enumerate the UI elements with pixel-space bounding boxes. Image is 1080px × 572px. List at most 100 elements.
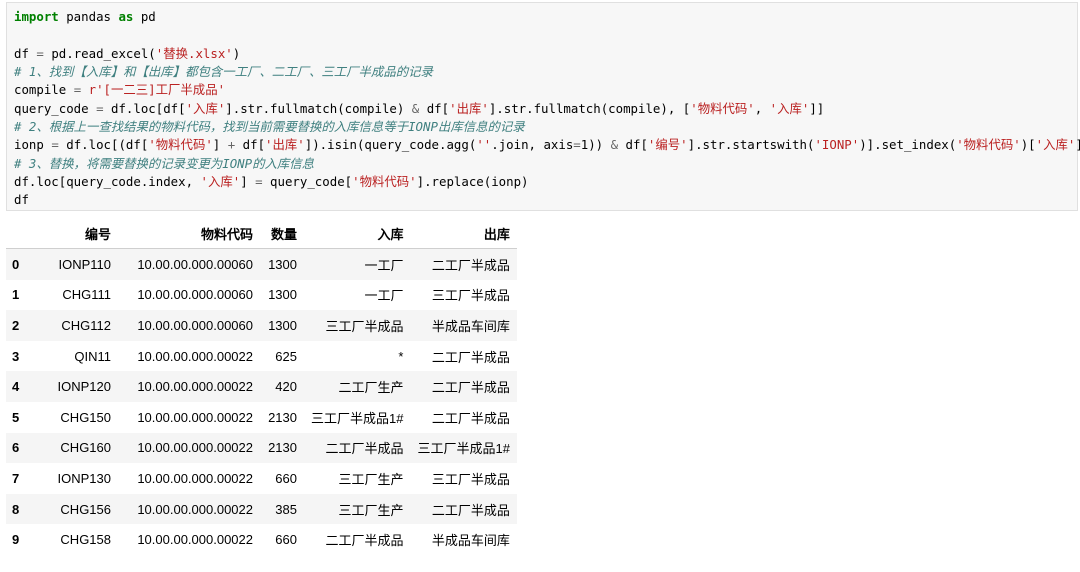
- code-line: query_code = df.loc[df['入库'].str.fullmat…: [14, 100, 1080, 118]
- row-index: 7: [12, 470, 20, 486]
- code-token: )[: [1020, 137, 1036, 153]
- table-cell: 10.00.00.000.00060: [137, 256, 253, 272]
- code-editor[interactable]: import pandas as pd df = pd.read_excel( '…: [14, 8, 1080, 210]
- code-line: import pandas as pd: [14, 8, 1080, 26]
- table-cell: 三工厂半成品: [431, 288, 510, 304]
- table-cell: 10.00.00.000.00060: [137, 317, 253, 333]
- code-token: ]: [212, 137, 228, 153]
- code-token: ]: [1075, 137, 1080, 152]
- code-token: '入库': [769, 100, 810, 116]
- row-index: 8: [12, 501, 20, 517]
- code-token: ]: [240, 174, 256, 190]
- code-token: '入库': [1035, 137, 1076, 153]
- column-header: 物料代码: [118, 218, 260, 249]
- table-cell: CHG158: [60, 532, 111, 548]
- table-cell: 10.00.00.000.00022: [137, 470, 253, 486]
- code-token: '入库': [185, 100, 226, 116]
- table-cell: 10.00.00.000.00022: [137, 440, 253, 456]
- table-cell: 2130: [268, 440, 297, 456]
- table-cell: QIN11: [74, 348, 111, 364]
- row-index: 0: [12, 256, 20, 272]
- table-cell: 三工厂生产: [338, 471, 404, 487]
- table-cell: 二工厂半成品: [431, 380, 510, 396]
- column-header: 数量: [260, 218, 304, 249]
- code-token: # 3、替换，将需要替换的记录变更为IONP的入库信息: [14, 155, 315, 171]
- code-token: df: [14, 192, 29, 208]
- table-row: 1 CHG111 10.00.00.000.00060 1300 一工厂 三工厂半成品: [6, 279, 517, 311]
- code-token: '物料代码': [352, 174, 417, 190]
- code-line: # 3、替换，将需要替换的记录变更为IONP的入库信息: [14, 155, 1080, 173]
- code-token: ]).isin(query_code.agg(: [304, 137, 477, 153]
- code-token: # 1、找到【入库】和【出库】都包含一工厂、二工厂、三工厂半成品的记录: [14, 64, 433, 80]
- table-cell: 10.00.00.000.00022: [137, 532, 253, 548]
- table-cell: 625: [275, 348, 297, 364]
- column-header: 出库: [410, 218, 517, 249]
- code-token: df: [14, 45, 37, 61]
- table-cell: 10.00.00.000.00022: [137, 348, 253, 364]
- code-token: .join, axis: [491, 137, 574, 153]
- code-token: =: [51, 137, 59, 153]
- code-token: query_code[: [262, 174, 353, 190]
- code-token: =: [255, 174, 263, 190]
- table-cell: 420: [275, 379, 297, 395]
- table-cell: 2130: [268, 409, 297, 425]
- row-index: 1: [12, 287, 20, 303]
- code-token: '出库': [265, 137, 305, 153]
- table-cell: 一工厂: [364, 288, 404, 304]
- table-cell: 二工厂生产: [338, 380, 404, 396]
- code-token: ): [232, 45, 241, 61]
- table-row: 8 CHG156 10.00.00.000.00022 385 三工厂生产 二工厂半成品: [6, 493, 517, 525]
- table-cell: 385: [275, 501, 297, 517]
- code-token: =: [96, 100, 104, 116]
- table-cell: 二工厂半成品: [431, 257, 510, 273]
- table-cell: 半成品车间库: [431, 318, 510, 334]
- code-token: ].str.startswith(: [687, 137, 815, 153]
- code-token: '入库': [200, 174, 241, 190]
- table-cell: 三工厂生产: [338, 502, 404, 518]
- code-token: pd.read_excel(: [43, 45, 156, 61]
- column-header: 编号: [34, 218, 118, 249]
- code-token: '': [476, 137, 492, 153]
- table-cell: 1300: [268, 256, 297, 272]
- code-token: df[: [235, 137, 266, 153]
- table-cell: CHG111: [62, 287, 111, 303]
- row-index: 6: [12, 440, 20, 456]
- code-token: '物料代码': [148, 137, 213, 153]
- code-line: # 2、根据上一查找结果的物料代码，找到当前需要替换的入库信息等于IONP出库信…: [14, 118, 1080, 136]
- row-index: 9: [12, 532, 20, 548]
- code-token: compile: [14, 82, 74, 98]
- code-token: ].str.fullmatch(compile): [225, 100, 412, 116]
- row-index: 2: [12, 317, 20, 333]
- table-cell: 二工厂半成品: [431, 410, 510, 426]
- table-cell: 二工厂半成品: [431, 349, 510, 365]
- code-token: '物料代码': [956, 137, 1021, 153]
- table-cell: 三工厂半成品: [325, 318, 404, 334]
- table-header: 编号 物料代码 数量 入库 出库: [6, 218, 517, 249]
- table-cell: CHG160: [60, 440, 111, 456]
- code-token: =: [573, 137, 581, 153]
- code-token: df.loc[query_code.index,: [14, 174, 201, 190]
- code-line: # 1、找到【入库】和【出库】都包含一工厂、二工厂、三工厂半成品的记录: [14, 63, 1080, 81]
- table-cell: 10.00.00.000.00022: [137, 409, 253, 425]
- row-index: 5: [12, 409, 20, 425]
- row-index: 4: [12, 379, 20, 395]
- table-cell: 二工厂半成品: [325, 533, 404, 549]
- table-cell: 660: [275, 470, 297, 486]
- code-input-cell[interactable]: import pandas as pd df = pd.read_excel( '…: [6, 2, 1080, 211]
- code-token: query_code: [14, 100, 97, 116]
- table-row: 2 CHG112 10.00.00.000.00060 1300 三工厂半成品 半成品车间…: [6, 310, 517, 341]
- table-cell: 半成品车间库: [431, 533, 510, 549]
- code-token: r'[一二三]工厂半成品': [88, 82, 226, 98]
- row-index: 3: [12, 348, 20, 364]
- header-row: 编号 物料代码 数量 入库 出库: [6, 218, 517, 249]
- table-cell: IONP120: [57, 379, 111, 395]
- table-cell: 二工厂半成品: [431, 502, 510, 518]
- table-cell: 三工厂半成品1#: [311, 410, 404, 426]
- code-token: '物料代码': [690, 100, 755, 116]
- code-token: ]]: [809, 100, 825, 116]
- column-header: 入库: [304, 218, 411, 249]
- code-line: df.loc[query_code.index, '入库'] = query_c…: [14, 173, 1080, 191]
- table-cell: 10.00.00.000.00060: [137, 287, 253, 303]
